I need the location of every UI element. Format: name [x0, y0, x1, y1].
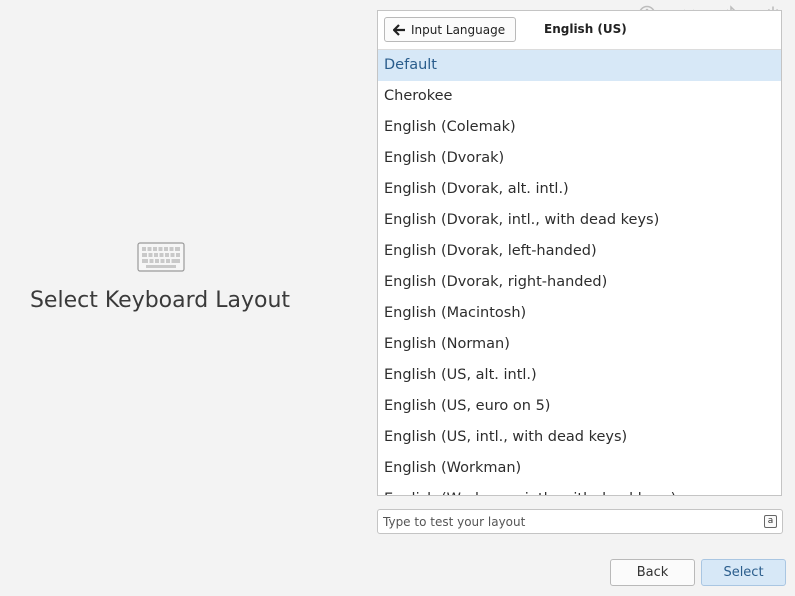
layout-item-english-dvorak-intl-dead-keys[interactable]: English (Dvorak, intl., with dead keys): [378, 205, 781, 236]
layout-item-english-workman[interactable]: English (Workman): [378, 453, 781, 484]
layout-list: Default Cherokee English (Colemak) Engli…: [378, 50, 781, 495]
keyboard-icon: [137, 242, 185, 272]
layout-item-english-norman[interactable]: English (Norman): [378, 329, 781, 360]
layout-item-english-dvorak-right-handed[interactable]: English (Dvorak, right-handed): [378, 267, 781, 298]
layout-item-english-us-euro-on-5[interactable]: English (US, euro on 5): [378, 391, 781, 422]
arrow-left-icon: [393, 23, 406, 36]
layout-item-cherokee[interactable]: Cherokee: [378, 81, 781, 112]
layout-item-default[interactable]: Default: [378, 50, 781, 81]
select-button[interactable]: Select: [701, 559, 786, 586]
left-panel: Select Keyboard Layout: [0, 0, 320, 596]
list-header: Input Language English (US): [378, 11, 781, 50]
layout-item-english-dvorak-left-handed[interactable]: English (Dvorak, left-handed): [378, 236, 781, 267]
layout-item-english-us-alt-intl[interactable]: English (US, alt. intl.): [378, 360, 781, 391]
layout-item-english-dvorak-alt-intl[interactable]: English (Dvorak, alt. intl.): [378, 174, 781, 205]
keyboard-indicator-icon[interactable]: a: [764, 515, 777, 528]
layout-item-english-us-intl-dead-keys[interactable]: English (US, intl., with dead keys): [378, 422, 781, 453]
input-language-label: Input Language: [411, 22, 506, 37]
selected-language-title: English (US): [544, 22, 627, 36]
layout-item-english-colemak[interactable]: English (Colemak): [378, 112, 781, 143]
page-title: Select Keyboard Layout: [29, 288, 291, 313]
layout-item-english-dvorak[interactable]: English (Dvorak): [378, 143, 781, 174]
back-button[interactable]: Back: [610, 559, 695, 586]
test-field-container: a: [377, 509, 783, 534]
layout-item-english-macintosh[interactable]: English (Macintosh): [378, 298, 781, 329]
test-layout-input[interactable]: [378, 510, 753, 533]
layout-list-panel: Input Language English (US) Default Cher…: [377, 10, 782, 496]
layout-item-english-workman-intl-dead-keys[interactable]: English (Workman, intl., with dead keys): [378, 484, 781, 495]
input-language-button[interactable]: Input Language: [384, 17, 517, 42]
